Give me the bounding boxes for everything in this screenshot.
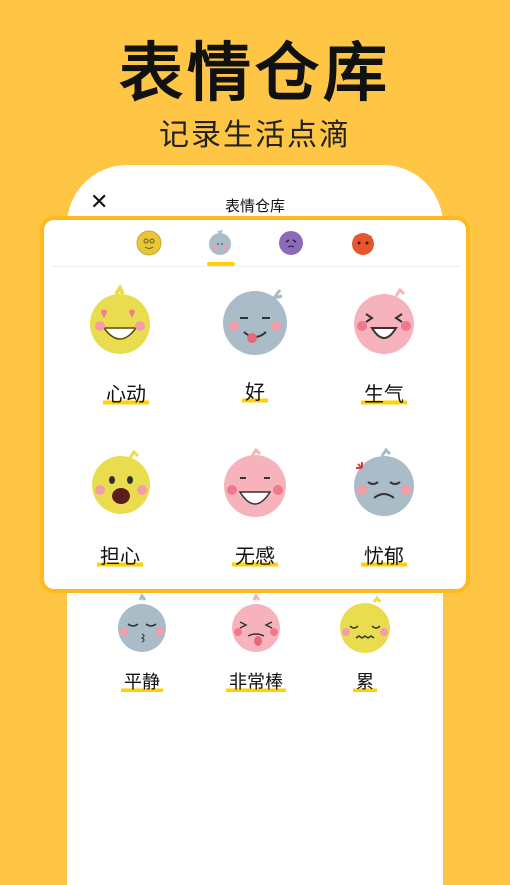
tongue-face-icon[interactable] [222, 289, 288, 356]
tab-divider [52, 266, 460, 267]
promo-title: 表情仓库 [119, 37, 391, 111]
mood-label-wugan: 无感 [232, 540, 278, 569]
mood-label-danxin: 担心 [97, 540, 143, 569]
happy-face-tab[interactable] [136, 230, 162, 256]
worried-face-icon[interactable] [90, 449, 152, 514]
great-face-icon[interactable] [230, 593, 282, 652]
laugh-face-icon[interactable] [352, 287, 416, 354]
blank-smile-face-icon[interactable] [222, 447, 288, 518]
mood-label-pingjing: 平静 [121, 668, 163, 694]
promo-subtitle: 记录生活点滴 [159, 118, 351, 153]
purple-face-tab[interactable] [278, 230, 304, 256]
mood-label-feichangbang: 非常棒 [226, 668, 286, 694]
tired-face-icon[interactable] [338, 595, 392, 654]
calm-face-icon[interactable] [116, 593, 168, 652]
mood-label-xindong: 心动 [103, 378, 149, 407]
mood-label-shengqi: 生气 [361, 378, 407, 407]
mood-label-hao: 好 [242, 376, 268, 405]
mood-label-youyu: 忧郁 [361, 540, 407, 569]
close-icon[interactable]: ✕ [90, 190, 108, 215]
devil-face-tab[interactable] [350, 230, 376, 256]
mood-label-lei: 累 [353, 668, 377, 694]
heart-eyes-face-icon[interactable] [88, 284, 152, 354]
gloomy-face-icon[interactable] [352, 447, 416, 516]
blue-face-tab[interactable] [207, 229, 233, 256]
dialog-title: 表情仓库 [224, 197, 285, 215]
